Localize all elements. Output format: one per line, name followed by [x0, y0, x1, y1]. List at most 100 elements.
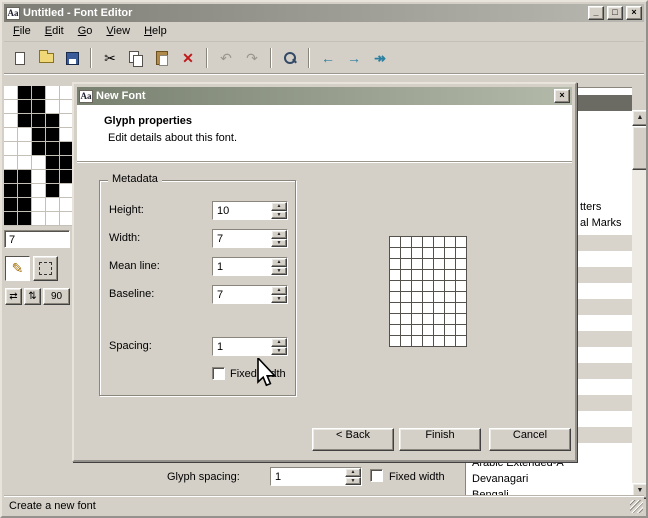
- pixel-cell[interactable]: [32, 198, 46, 212]
- mean-line-input[interactable]: [213, 258, 271, 275]
- redo-button[interactable]: ↷: [240, 46, 264, 70]
- pixel-cell[interactable]: [46, 142, 60, 156]
- pixel-cell[interactable]: [32, 86, 46, 100]
- spacing-input[interactable]: [213, 338, 271, 355]
- pixel-cell[interactable]: [18, 114, 32, 128]
- width-down-button[interactable]: ▼: [271, 239, 287, 248]
- flip-vertical-button[interactable]: ⇅: [24, 288, 41, 305]
- menu-file[interactable]: File: [6, 23, 38, 40]
- finish-button[interactable]: Finish: [399, 428, 481, 451]
- pixel-cell[interactable]: [4, 156, 18, 170]
- pixel-cell[interactable]: [32, 114, 46, 128]
- pixel-cell[interactable]: [4, 170, 18, 184]
- spacing-down-button[interactable]: ▼: [271, 347, 287, 356]
- open-button[interactable]: [34, 46, 58, 70]
- fixed-width-checkbox[interactable]: [212, 367, 225, 380]
- glyph-spacing-fixed-width-checkbox[interactable]: [370, 469, 383, 482]
- forward-button[interactable]: →: [342, 46, 366, 70]
- pixel-cell[interactable]: [4, 212, 18, 226]
- dialog-close-button[interactable]: ×: [554, 89, 570, 103]
- goto-button[interactable]: ↠: [368, 46, 392, 70]
- height-input[interactable]: [213, 202, 271, 219]
- pixel-cell[interactable]: [46, 86, 60, 100]
- list-item[interactable]: Devanagari: [472, 473, 528, 485]
- pixel-cell[interactable]: [4, 198, 18, 212]
- pixel-cell[interactable]: [32, 212, 46, 226]
- baseline-down-button[interactable]: ▼: [271, 295, 287, 304]
- pixel-cell[interactable]: [4, 128, 18, 142]
- glyph-spacing-spinner[interactable]: ▲ ▼: [270, 467, 362, 486]
- mean-line-up-button[interactable]: ▲: [271, 258, 287, 267]
- glyph-spacing-down-button[interactable]: ▼: [345, 477, 361, 486]
- cut-button[interactable]: ✂: [98, 46, 122, 70]
- glyph-pixel-grid[interactable]: [4, 86, 74, 226]
- save-button[interactable]: [60, 46, 84, 70]
- pixel-cell[interactable]: [18, 156, 32, 170]
- copy-button[interactable]: [124, 46, 148, 70]
- pixel-cell[interactable]: [18, 100, 32, 114]
- close-button[interactable]: ×: [626, 6, 642, 20]
- pixel-cell[interactable]: [18, 142, 32, 156]
- spacing-spinner[interactable]: ▲ ▼: [212, 337, 288, 356]
- height-down-button[interactable]: ▼: [271, 211, 287, 220]
- pixel-cell[interactable]: [46, 212, 60, 226]
- pixel-cell[interactable]: [4, 86, 18, 100]
- pixel-cell[interactable]: [46, 198, 60, 212]
- width-spinner[interactable]: ▲ ▼: [212, 229, 288, 248]
- menu-edit[interactable]: Edit: [38, 23, 71, 40]
- minimize-button[interactable]: _: [588, 6, 604, 20]
- list-item[interactable]: tters: [580, 201, 601, 213]
- spacing-up-button[interactable]: ▲: [271, 338, 287, 347]
- pixel-cell[interactable]: [32, 170, 46, 184]
- width-input[interactable]: [213, 230, 271, 247]
- delete-button[interactable]: ✕: [176, 46, 200, 70]
- menu-help[interactable]: Help: [137, 23, 174, 40]
- back-button-dialog[interactable]: < Back: [312, 428, 394, 451]
- baseline-input[interactable]: [213, 286, 271, 303]
- menu-go[interactable]: Go: [71, 23, 100, 40]
- mean-line-spinner[interactable]: ▲ ▼: [212, 257, 288, 276]
- scrollbar-thumb[interactable]: [632, 126, 648, 170]
- maximize-button[interactable]: □: [607, 6, 623, 20]
- baseline-spinner[interactable]: ▲ ▼: [212, 285, 288, 304]
- glyph-width-input[interactable]: [5, 231, 69, 247]
- mean-line-down-button[interactable]: ▼: [271, 267, 287, 276]
- width-up-button[interactable]: ▲: [271, 230, 287, 239]
- pixel-cell[interactable]: [46, 156, 60, 170]
- pixel-cell[interactable]: [32, 128, 46, 142]
- pixel-cell[interactable]: [18, 128, 32, 142]
- resize-grip[interactable]: [630, 500, 643, 513]
- back-button[interactable]: ←: [316, 46, 340, 70]
- pixel-cell[interactable]: [32, 184, 46, 198]
- height-spinner[interactable]: ▲ ▼: [212, 201, 288, 220]
- menu-view[interactable]: View: [99, 23, 137, 40]
- pencil-tool-button[interactable]: ✎: [5, 256, 30, 281]
- undo-button[interactable]: ↶: [214, 46, 238, 70]
- pixel-cell[interactable]: [4, 184, 18, 198]
- pixel-cell[interactable]: [32, 100, 46, 114]
- pixel-cell[interactable]: [32, 156, 46, 170]
- pixel-cell[interactable]: [46, 170, 60, 184]
- pixel-cell[interactable]: [18, 184, 32, 198]
- glyph-spacing-input[interactable]: [271, 468, 345, 485]
- pixel-cell[interactable]: [18, 212, 32, 226]
- paste-button[interactable]: [150, 46, 174, 70]
- list-item[interactable]: al Marks: [580, 217, 622, 229]
- flip-horizontal-button[interactable]: ⇄: [5, 288, 22, 305]
- vertical-scrollbar[interactable]: ▲ ▼: [632, 110, 648, 499]
- new-button[interactable]: [8, 46, 32, 70]
- pixel-cell[interactable]: [46, 128, 60, 142]
- pixel-cell[interactable]: [46, 184, 60, 198]
- height-up-button[interactable]: ▲: [271, 202, 287, 211]
- pixel-cell[interactable]: [46, 100, 60, 114]
- scroll-up-button[interactable]: ▲: [632, 110, 648, 126]
- glyph-spacing-up-button[interactable]: ▲: [345, 468, 361, 477]
- glyph-width-field[interactable]: [4, 230, 70, 248]
- baseline-up-button[interactable]: ▲: [271, 286, 287, 295]
- rotate-90-button[interactable]: 90: [43, 288, 70, 305]
- dialog-titlebar[interactable]: Aa New Font ×: [77, 87, 572, 105]
- cancel-button[interactable]: Cancel: [489, 428, 571, 451]
- pixel-cell[interactable]: [4, 114, 18, 128]
- pixel-cell[interactable]: [18, 170, 32, 184]
- pixel-cell[interactable]: [18, 198, 32, 212]
